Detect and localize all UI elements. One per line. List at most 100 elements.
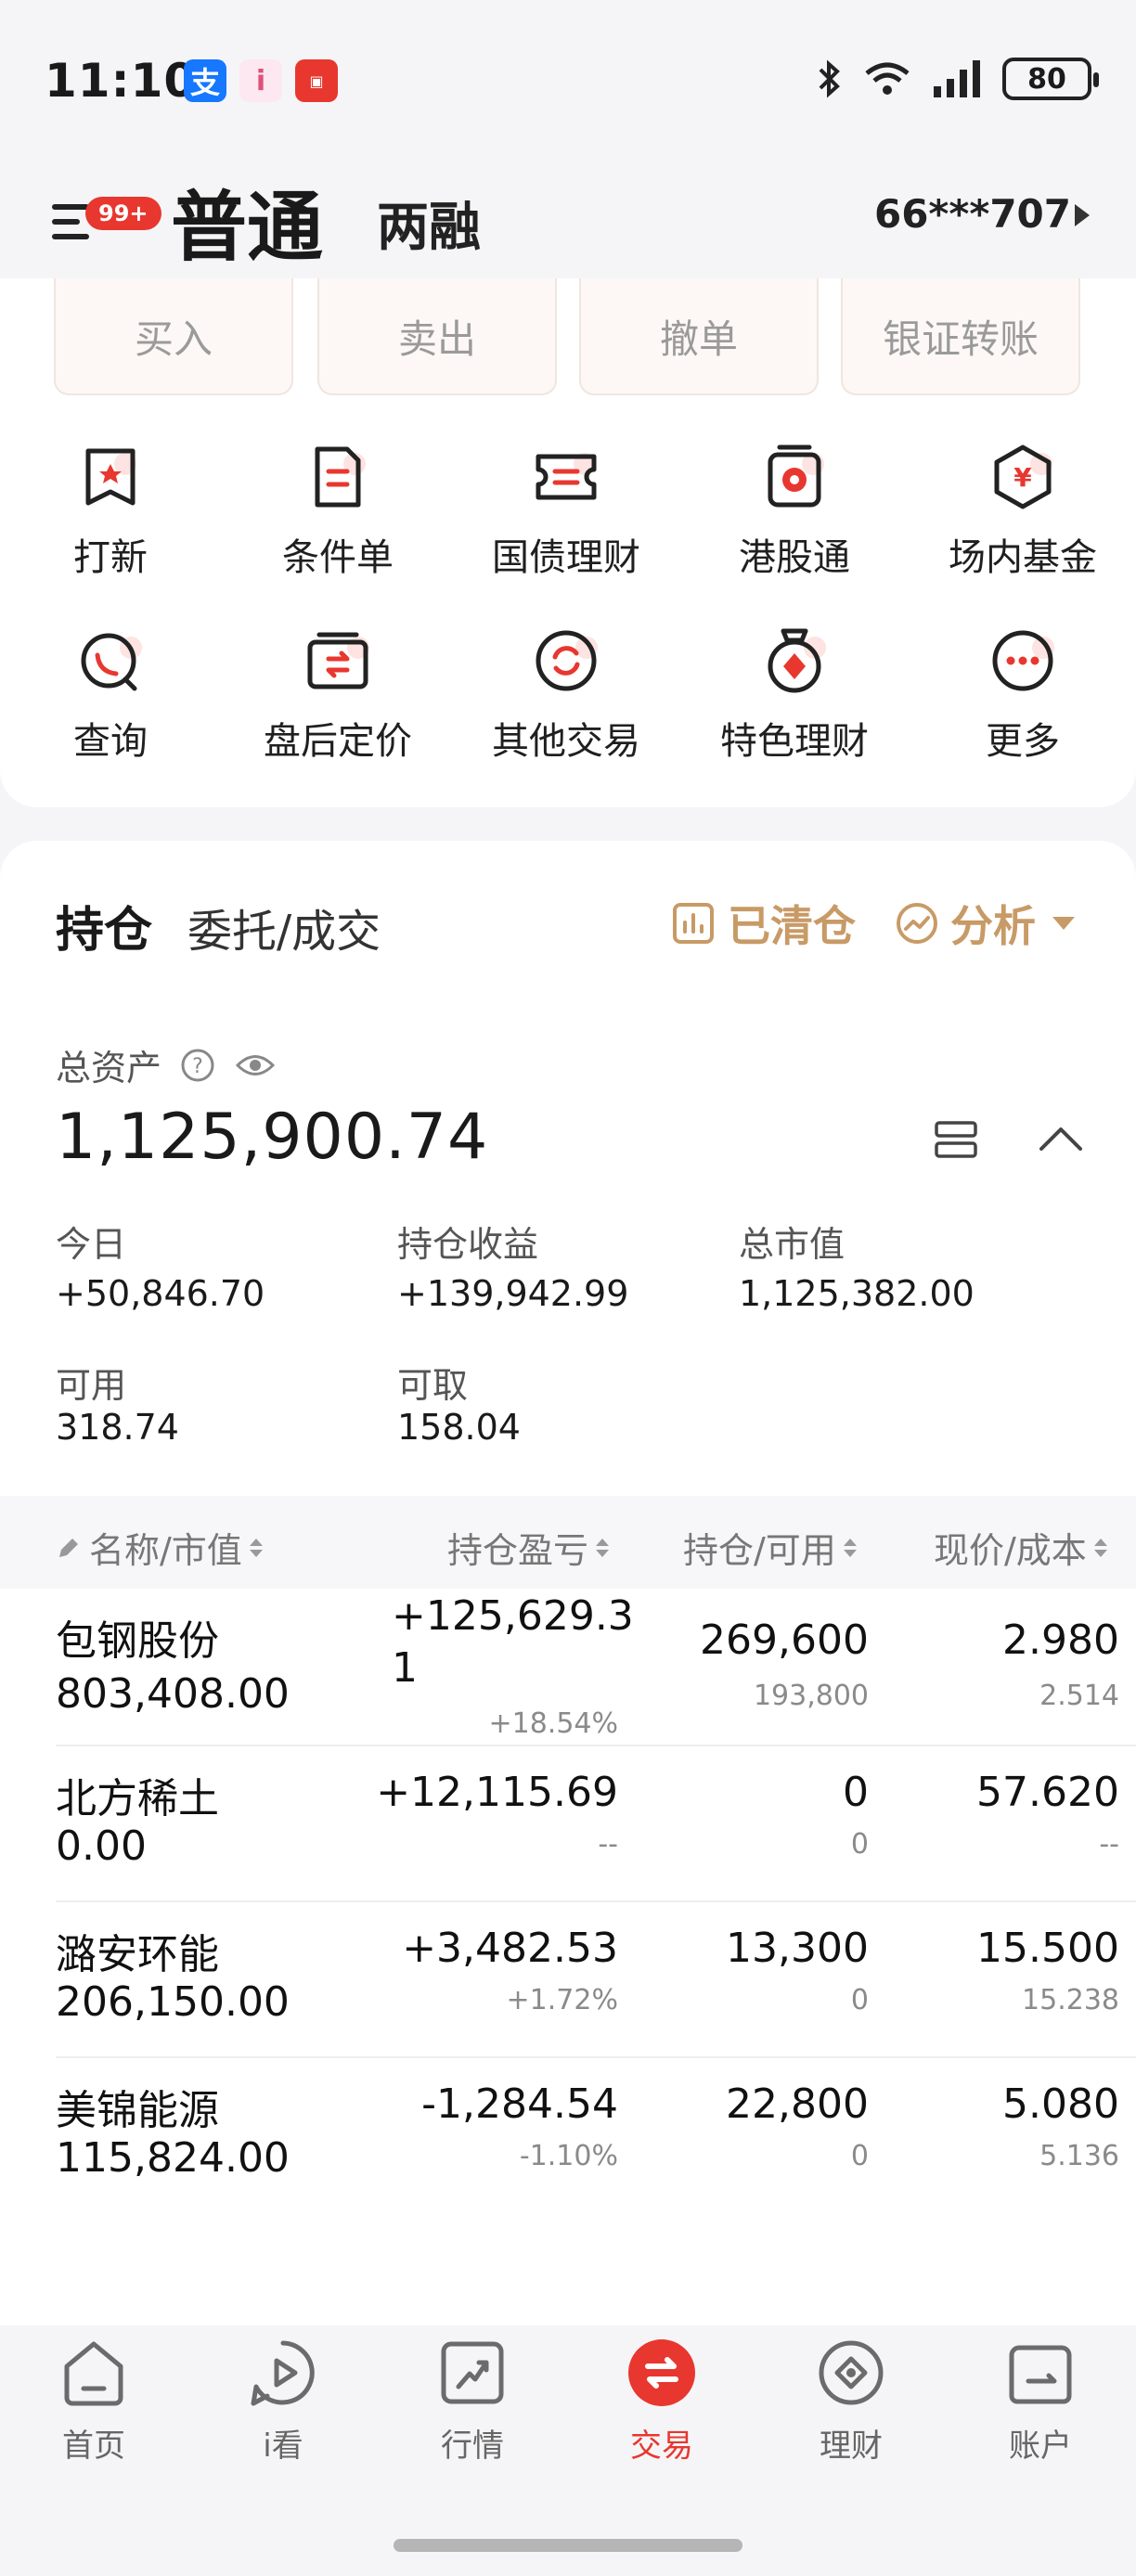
market-value-label: 总市值 — [739, 1224, 846, 1265]
sort-icon — [843, 1538, 857, 1557]
home-icon — [64, 2341, 123, 2406]
app-icon: i — [239, 59, 282, 102]
stock-pnl-pct: +1.72% — [506, 1984, 618, 2016]
svg-text:?: ? — [192, 1055, 203, 1078]
stock-price: 2.980 — [1002, 1616, 1119, 1664]
table-row[interactable]: 北方稀土 0.00 +12,115.69 -- 0 0 57.620 -- — [0, 1746, 1136, 1902]
grid-item-condition-order[interactable]: 条件单 — [245, 444, 431, 581]
alipay-icon: 支 — [184, 59, 226, 102]
table-row[interactable]: 潞安环能 206,150.00 +3,482.53 +1.72% 13,300 … — [0, 1902, 1136, 2058]
tab-orders[interactable]: 委托/成交 — [187, 895, 381, 960]
list-view-icon[interactable] — [934, 1119, 978, 1160]
grid-item-after-hours[interactable]: 盘后定价 — [245, 627, 431, 765]
grid-item-other-trade[interactable]: 其他交易 — [473, 627, 659, 765]
bank-transfer-button[interactable]: 银证转账 — [841, 278, 1080, 395]
header-price[interactable]: 现价/成本 — [934, 1522, 1107, 1573]
chevron-up-icon[interactable] — [1038, 1123, 1084, 1154]
grid-label: 打新 — [73, 536, 148, 579]
bluetooth-icon — [819, 59, 840, 98]
caret-down-icon — [1052, 917, 1075, 930]
grid-label: 国债理财 — [492, 536, 640, 579]
condition-order-icon — [315, 446, 366, 508]
stock-qty: 13,300 — [726, 1925, 869, 1972]
position-pnl-value: +139,942.99 — [397, 1273, 629, 1314]
tab-positions[interactable]: 持仓 — [56, 891, 152, 960]
battery-level: 80 — [1027, 62, 1066, 96]
grid-item-featured-wealth[interactable]: 特色理财 — [702, 627, 887, 765]
market-value: 1,125,382.00 — [739, 1273, 975, 1314]
nav-account[interactable]: 账户 — [971, 2338, 1110, 2466]
total-assets-label: 总资产 — [56, 1048, 162, 1088]
nav-watch[interactable]: i看 — [213, 2338, 353, 2466]
stock-pnl-wrap: 1 — [392, 1644, 418, 1692]
nav-home[interactable]: 首页 — [24, 2338, 163, 2466]
today-value: +50,846.70 — [56, 1273, 265, 1314]
chevron-right-icon[interactable] — [1075, 204, 1090, 226]
treasury-icon — [536, 453, 597, 500]
home-indicator[interactable] — [394, 2539, 742, 2552]
total-assets-label-row: 总资产 ? — [56, 1039, 277, 1090]
grid-item-ipo[interactable]: 打新 — [18, 444, 203, 581]
withdrawable-label: 可取 — [397, 1365, 469, 1406]
cleared-positions-button[interactable]: 已清仓 — [672, 893, 856, 954]
total-assets-value: 1,125,900.74 — [56, 1101, 489, 1174]
grid-label: 特色理财 — [720, 720, 869, 763]
nav-trade[interactable]: 交易 — [592, 2338, 731, 2466]
nav-label: i看 — [263, 2428, 303, 2465]
stock-cost: 5.136 — [1039, 2140, 1119, 2172]
grid-label: 查询 — [73, 720, 148, 763]
grid-item-treasury[interactable]: 国债理财 — [473, 444, 659, 581]
app-gallery-icon: ▣ — [295, 59, 338, 102]
stock-name: 包钢股份 — [56, 1617, 219, 1665]
nav-label: 行情 — [441, 2428, 504, 2465]
exchange-fund-icon: ¥ — [994, 444, 1052, 509]
tab-normal[interactable]: 普通 — [171, 165, 323, 276]
stock-price: 57.620 — [976, 1769, 1119, 1816]
grid-item-query[interactable]: 查询 — [18, 627, 203, 765]
stock-market-value: 115,824.00 — [56, 2134, 290, 2182]
stock-pnl-pct: -1.10% — [519, 2140, 618, 2172]
grid-label: 港股通 — [739, 536, 850, 579]
query-icon — [81, 633, 142, 691]
buy-button[interactable]: 买入 — [54, 278, 293, 395]
stock-available: 0 — [850, 1828, 869, 1861]
nav-label: 账户 — [1009, 2428, 1072, 2465]
cleared-label: 已清仓 — [728, 901, 856, 951]
hk-connect-icon — [768, 444, 824, 508]
stock-market-value: 0.00 — [56, 1823, 147, 1870]
account-number[interactable]: 66***707 — [874, 191, 1071, 237]
stock-market-value: 206,150.00 — [56, 1978, 290, 2026]
grid-item-more[interactable]: 更多 — [930, 627, 1116, 765]
grid-item-exchange-fund[interactable]: ¥ 场内基金 — [930, 444, 1116, 581]
analysis-label: 分析 — [950, 901, 1036, 951]
tab-margin[interactable]: 两融 — [377, 186, 481, 261]
help-icon[interactable]: ? — [180, 1048, 215, 1083]
stock-qty: 0 — [843, 1769, 869, 1816]
nav-wealth[interactable]: 理财 — [781, 2338, 921, 2466]
stock-pnl: -1,284.54 — [421, 2080, 618, 2128]
notification-badge: 99+ — [85, 197, 161, 230]
nav-market[interactable]: 行情 — [403, 2338, 542, 2466]
stock-available: 0 — [850, 1984, 869, 2016]
analysis-dropdown[interactable]: 分析 — [895, 893, 1075, 954]
sell-button[interactable]: 卖出 — [317, 278, 557, 395]
table-row[interactable]: 美锦能源 115,824.00 -1,284.54 -1.10% 22,800 … — [0, 2058, 1136, 2214]
other-trade-icon — [536, 630, 598, 691]
market-icon — [441, 2341, 504, 2404]
sort-icon — [249, 1538, 263, 1557]
eye-icon[interactable] — [234, 1048, 277, 1083]
sort-icon — [596, 1538, 610, 1557]
header-position[interactable]: 持仓/可用 — [683, 1522, 857, 1573]
nav-label: 首页 — [62, 2428, 125, 2465]
header-name[interactable]: 名称/市值 — [56, 1522, 263, 1573]
stock-qty: 269,600 — [700, 1616, 869, 1664]
withdrawable-value: 158.04 — [397, 1407, 521, 1448]
cancel-order-button[interactable]: 撤单 — [579, 278, 819, 395]
grid-item-hk-connect[interactable]: 港股通 — [702, 444, 887, 581]
stock-qty: 22,800 — [726, 2080, 869, 2128]
header-pnl[interactable]: 持仓盈亏 — [447, 1522, 610, 1573]
available-label: 可用 — [56, 1365, 127, 1406]
stock-available: 0 — [850, 2140, 869, 2172]
analysis-icon — [897, 903, 937, 944]
table-row[interactable]: 包钢股份 803,408.00 +125,629.3 1 +18.54% 269… — [0, 1589, 1136, 1745]
